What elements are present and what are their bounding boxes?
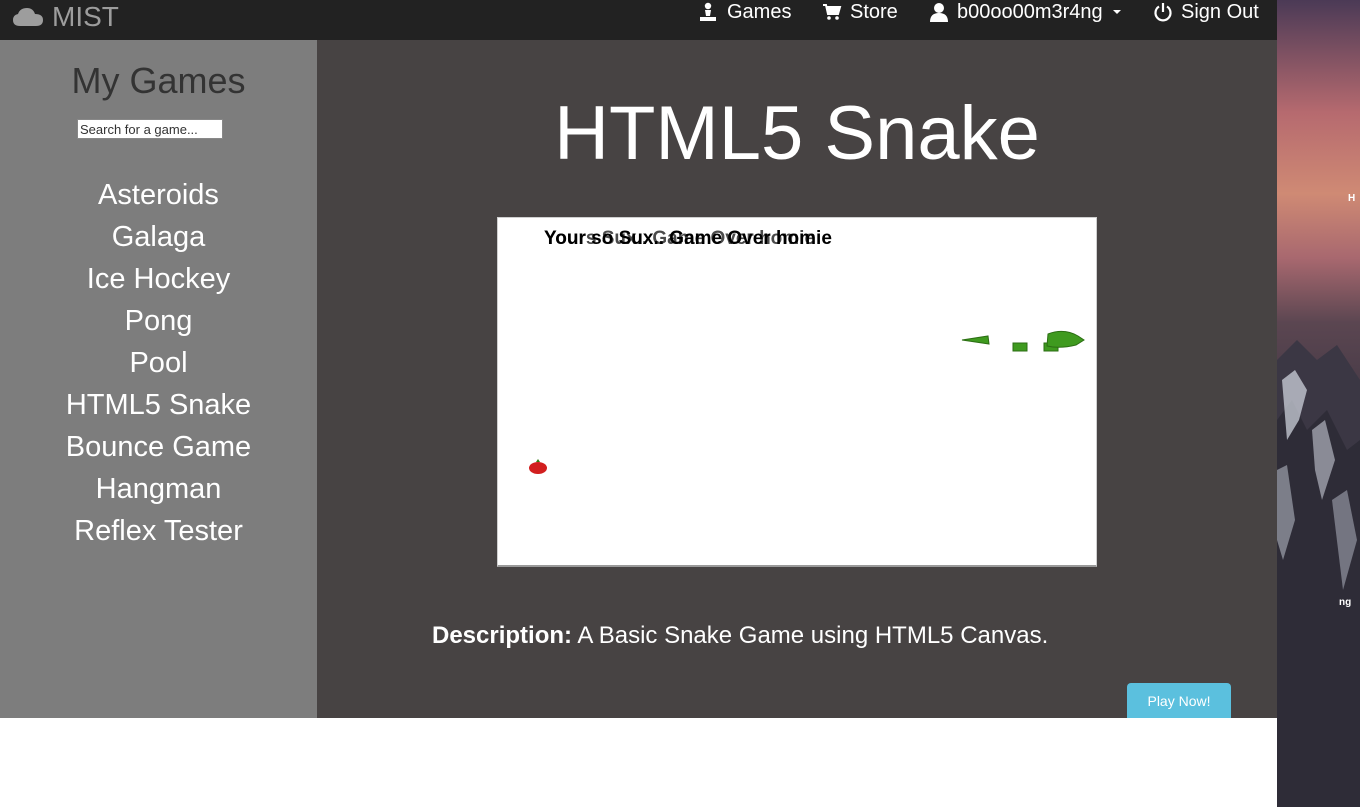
user-dropdown[interactable]: b00oo00m3r4ng (929, 0, 1121, 24)
description-label: Description: (432, 622, 573, 649)
mountain-image (1277, 340, 1360, 807)
game-search-input[interactable] (77, 119, 223, 139)
nav-games-label: Games (727, 0, 792, 23)
game-canvas[interactable]: Your so Sux.. Game Over homie Yours Sux.… (497, 217, 1097, 567)
desktop-label: ng (1339, 597, 1352, 608)
pawn-icon (700, 2, 716, 21)
game-title: HTML5 Snake (554, 91, 1040, 176)
chevron-down-icon (1112, 10, 1121, 14)
game-link-reflex-tester[interactable]: Reflex Tester (0, 512, 317, 554)
apple-icon (529, 459, 547, 474)
desktop-label: H (1348, 193, 1356, 204)
nav-store-label: Store (850, 0, 898, 23)
sidebar: My Games Asteroids Galaga Ice Hockey Pon… (0, 40, 317, 718)
snake-head (1046, 330, 1085, 348)
user-name: b00oo00m3r4ng (957, 0, 1103, 23)
cloud-icon (13, 8, 43, 26)
brand-name: MIST (52, 1, 119, 32)
play-now-button[interactable]: Play Now! (1127, 683, 1231, 718)
game-link-html5-snake[interactable]: HTML5 Snake (0, 386, 317, 428)
game-link-galaga[interactable]: Galaga (0, 218, 317, 260)
canvas-graphics (529, 330, 1085, 474)
game-link-hangman[interactable]: Hangman (0, 470, 317, 512)
game-link-asteroids[interactable]: Asteroids (0, 176, 317, 218)
desktop-background: H ng (1277, 0, 1360, 807)
game-over-message-echo: Yours Sux.. Game Over homie (544, 228, 816, 249)
cart-icon (823, 4, 842, 20)
game-link-ice-hockey[interactable]: Ice Hockey (0, 260, 317, 302)
user-icon (930, 3, 948, 22)
top-navbar: MIST Games Store b00oo00m3r4ng Sign Out (0, 0, 1277, 40)
game-link-pong[interactable]: Pong (0, 302, 317, 344)
game-description: Description: A Basic Snake Game using HT… (432, 622, 1048, 650)
main-content: HTML5 Snake Your so Sux.. Game Over homi… (317, 40, 1277, 718)
sidebar-title: My Games (71, 60, 246, 101)
game-list: Asteroids Galaga Ice Hockey Pong Pool HT… (0, 176, 317, 554)
signout-label: Sign Out (1181, 0, 1259, 23)
game-link-pool[interactable]: Pool (0, 344, 317, 386)
snake-tail (961, 335, 990, 345)
description-text: A Basic Snake Game using HTML5 Canvas. (572, 622, 1049, 649)
nav-signout[interactable]: Sign Out (1153, 0, 1259, 24)
nav-store[interactable]: Store (822, 0, 898, 24)
game-link-bounce-game[interactable]: Bounce Game (0, 428, 317, 470)
nav-games[interactable]: Games (697, 0, 791, 24)
snake-segment (1012, 342, 1028, 352)
power-icon (1154, 3, 1172, 22)
brand-link[interactable]: MIST (12, 0, 119, 34)
